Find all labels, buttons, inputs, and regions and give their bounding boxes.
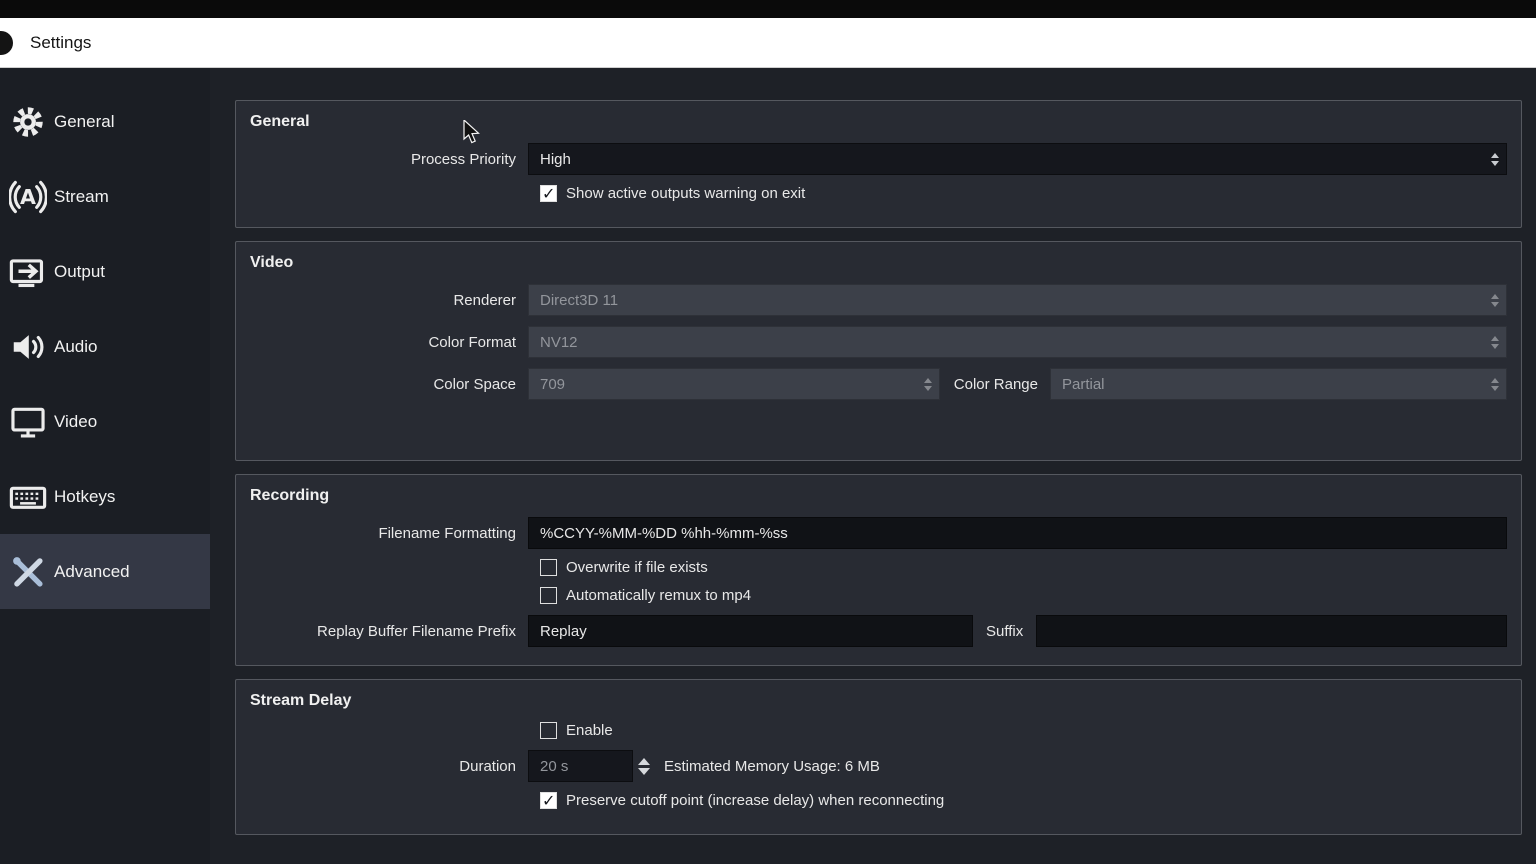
sidebar-item-output[interactable]: Output [0, 234, 210, 309]
renderer-value: Direct3D 11 [540, 292, 618, 309]
color-space-value: 709 [540, 376, 565, 393]
window-chrome-bar [0, 0, 1536, 18]
color-range-label: Color Range [940, 376, 1050, 393]
preserve-cutoff-row: Preserve cutoff point (increase delay) w… [540, 792, 1507, 809]
sidebar-item-general[interactable]: General [0, 84, 210, 159]
spinner-arrows-icon [1491, 369, 1499, 399]
color-range-select: Partial [1050, 368, 1507, 400]
keyboard-icon [2, 478, 54, 516]
section-title: Video [250, 254, 1507, 272]
color-range-value: Partial [1062, 376, 1105, 393]
color-space-label: Color Space [250, 376, 528, 393]
sidebar-item-stream[interactable]: A Stream [0, 159, 210, 234]
process-priority-value: High [540, 151, 571, 168]
section-recording: Recording Filename Formatting Overwrite … [235, 474, 1522, 666]
enable-delay-row: Enable [540, 722, 1507, 739]
sidebar-item-label: Output [54, 262, 105, 282]
color-format-label: Color Format [250, 334, 528, 351]
remux-checkbox[interactable] [540, 587, 557, 604]
show-warning-checkbox[interactable] [540, 185, 557, 202]
sidebar-item-label: Stream [54, 187, 109, 207]
spinner-arrows-icon [924, 369, 932, 399]
preserve-cutoff-label: Preserve cutoff point (increase delay) w… [566, 792, 944, 809]
sidebar-item-video[interactable]: Video [0, 384, 210, 459]
suffix-input[interactable] [1036, 615, 1507, 647]
sidebar-item-advanced[interactable]: Advanced [0, 534, 210, 609]
settings-content: General Process Priority High Show activ… [210, 68, 1536, 864]
color-format-value: NV12 [540, 334, 578, 351]
duration-row: Duration 20 s Estimated Memory Usage: 6 … [250, 750, 1507, 782]
preserve-cutoff-checkbox[interactable] [540, 792, 557, 809]
duration-spinner-arrows-icon[interactable] [638, 758, 650, 775]
spinner-arrows-icon[interactable] [1491, 144, 1499, 174]
color-format-row: Color Format NV12 [250, 326, 1507, 358]
dialog-titlebar[interactable]: Settings [0, 18, 1536, 68]
sidebar-item-label: General [54, 112, 114, 132]
sidebar-item-label: Video [54, 412, 97, 432]
remux-label: Automatically remux to mp4 [566, 587, 751, 604]
enable-delay-checkbox[interactable] [540, 722, 557, 739]
enable-delay-label: Enable [566, 722, 613, 739]
sidebar-item-hotkeys[interactable]: Hotkeys [0, 459, 210, 534]
process-priority-select[interactable]: High [528, 143, 1507, 175]
sidebar-item-audio[interactable]: Audio [0, 309, 210, 384]
show-warning-row: Show active outputs warning on exit [540, 185, 1507, 202]
sidebar-item-label: Hotkeys [54, 487, 115, 507]
speaker-icon [2, 328, 54, 366]
dialog-title: Settings [30, 33, 91, 53]
duration-spinbox[interactable]: 20 s [528, 750, 633, 782]
renderer-row: Renderer Direct3D 11 [250, 284, 1507, 316]
section-title: Stream Delay [250, 692, 1507, 710]
svg-text:A: A [20, 185, 36, 209]
show-warning-label: Show active outputs warning on exit [566, 185, 805, 202]
sidebar-item-label: Audio [54, 337, 97, 357]
process-priority-label: Process Priority [250, 151, 528, 168]
renderer-label: Renderer [250, 292, 528, 309]
color-space-select: 709 [528, 368, 940, 400]
overwrite-label: Overwrite if file exists [566, 559, 708, 576]
output-icon [2, 253, 54, 291]
renderer-select: Direct3D 11 [528, 284, 1507, 316]
spinner-arrows-icon [1491, 285, 1499, 315]
monitor-icon [2, 403, 54, 441]
suffix-label: Suffix [973, 623, 1036, 640]
gear-icon [2, 103, 54, 141]
app-logo-icon [0, 31, 13, 55]
replay-prefix-label: Replay Buffer Filename Prefix [250, 623, 528, 640]
sidebar-item-label: Advanced [54, 562, 130, 582]
section-video: Video Renderer Direct3D 11 Color Format … [235, 241, 1522, 461]
settings-window: Settings General A [0, 0, 1536, 864]
replay-prefix-row: Replay Buffer Filename Prefix Suffix [250, 615, 1507, 647]
overwrite-row: Overwrite if file exists [540, 559, 1507, 576]
filename-formatting-row: Filename Formatting [250, 517, 1507, 549]
settings-sidebar: General A Stream [0, 68, 210, 864]
color-format-select: NV12 [528, 326, 1507, 358]
filename-formatting-label: Filename Formatting [250, 525, 528, 542]
filename-formatting-input[interactable] [528, 517, 1507, 549]
memory-usage-text: Estimated Memory Usage: 6 MB [664, 758, 880, 775]
tools-icon [2, 553, 54, 591]
spinner-arrows-icon [1491, 327, 1499, 357]
duration-value: 20 s [540, 758, 568, 775]
section-stream-delay: Stream Delay Enable Duration 20 s Estima… [235, 679, 1522, 835]
remux-row: Automatically remux to mp4 [540, 587, 1507, 604]
process-priority-row: Process Priority High [250, 143, 1507, 175]
overwrite-checkbox[interactable] [540, 559, 557, 576]
broadcast-icon: A [2, 178, 54, 216]
replay-prefix-input[interactable] [528, 615, 973, 647]
section-title: General [250, 113, 1507, 131]
section-general: General Process Priority High Show activ… [235, 100, 1522, 228]
color-space-row: Color Space 709 Color Range Partial [250, 368, 1507, 400]
section-title: Recording [250, 487, 1507, 505]
duration-label: Duration [250, 758, 528, 775]
